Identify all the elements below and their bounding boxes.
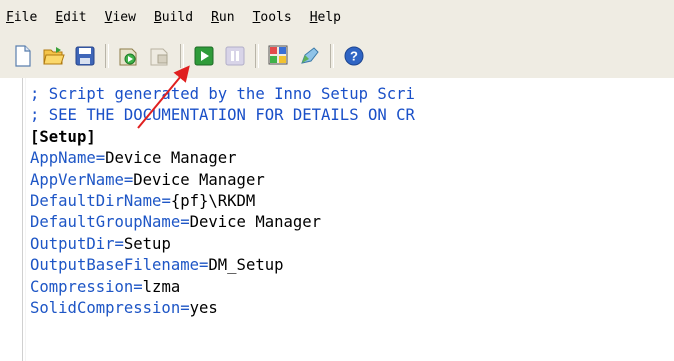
open-button[interactable] xyxy=(41,43,67,69)
new-button[interactable] xyxy=(10,43,36,69)
code-line: DefaultDirName={pf}\RKDM xyxy=(30,191,256,210)
setting-value: DM_Setup xyxy=(208,256,284,275)
setting-key: DefaultDirName xyxy=(30,191,162,210)
setting-key: AppName xyxy=(30,149,96,168)
code-area[interactable]: ; Script generated by the Inno Setup Scr… xyxy=(30,84,415,319)
menu-file-mnemonic: F xyxy=(6,9,14,25)
menu-run-label: un xyxy=(218,9,235,25)
menu-run[interactable]: Run xyxy=(211,10,234,25)
wizard-button[interactable] xyxy=(266,43,292,69)
run-icon xyxy=(194,46,214,66)
help-button[interactable]: ? xyxy=(341,43,367,69)
menu-run-mnemonic: R xyxy=(211,9,219,25)
setting-key: OutputDir xyxy=(30,234,115,253)
section-header: [Setup] xyxy=(30,127,96,146)
menu-edit-label: dit xyxy=(63,9,87,25)
menu-edit-mnemonic: E xyxy=(55,9,64,25)
toolbar-separator xyxy=(105,44,109,68)
pause-icon xyxy=(225,46,245,66)
stop-compile-button[interactable] xyxy=(147,43,173,69)
setting-value: yes xyxy=(189,298,218,317)
menu-file[interactable]: File xyxy=(6,10,37,25)
script-editor[interactable]: ; Script generated by the Inno Setup Scr… xyxy=(0,78,674,361)
menu-help[interactable]: Help xyxy=(310,10,341,25)
open-icon xyxy=(43,47,65,65)
compile-icon xyxy=(119,48,137,66)
stop-compile-icon xyxy=(150,48,168,66)
code-line: OutputDir=Setup xyxy=(30,234,171,253)
new-icon xyxy=(15,45,31,67)
menu-file-label: ile xyxy=(13,9,38,25)
save-icon xyxy=(75,46,95,66)
code-comment-line: ; SEE THE DOCUMENTATION FOR DETAILS ON C… xyxy=(30,106,415,125)
menu-tools[interactable]: Tools xyxy=(253,10,292,25)
setting-key: Compression xyxy=(30,277,134,296)
menu-edit[interactable]: Edit xyxy=(55,10,86,25)
setting-key: AppVerName xyxy=(30,170,124,189)
code-comment-line: ; Script generated by the Inno Setup Scr… xyxy=(30,85,415,103)
setting-key: SolidCompression xyxy=(30,298,181,317)
compile-button[interactable] xyxy=(116,43,142,69)
toolbar-separator xyxy=(330,44,334,68)
help-icon: ? xyxy=(344,46,364,66)
code-line: AppName=Device Manager xyxy=(30,149,237,168)
setting-value: {pf}\RKDM xyxy=(170,191,256,210)
code-line: DefaultGroupName=Device Manager xyxy=(30,213,322,232)
edit-script-button[interactable] xyxy=(297,43,323,69)
menu-bar: File Edit View Build Run Tools Help xyxy=(0,0,674,34)
code-line: Compression=lzma xyxy=(30,277,181,296)
setting-value: Device Manager xyxy=(133,170,265,189)
menu-view[interactable]: View xyxy=(105,10,136,25)
setting-key: OutputBaseFilename xyxy=(30,256,199,275)
menu-tools-label: ools xyxy=(260,9,292,25)
setting-key: DefaultGroupName xyxy=(30,213,181,232)
toolbar: ? xyxy=(0,34,674,79)
menu-view-label: iew xyxy=(112,9,136,25)
editor-gutter xyxy=(22,78,26,361)
menu-help-label: elp xyxy=(317,9,342,25)
code-line: AppVerName=Device Manager xyxy=(30,170,265,189)
setting-value: Setup xyxy=(123,234,171,253)
wizard-icon xyxy=(268,45,288,65)
save-button[interactable] xyxy=(72,43,98,69)
svg-text:?: ? xyxy=(350,49,358,64)
setting-value: Device Manager xyxy=(105,149,237,168)
code-line: OutputBaseFilename=DM_Setup xyxy=(30,256,284,275)
menu-build-label: uild xyxy=(161,9,194,25)
toolbar-separator xyxy=(255,44,259,68)
setting-value: lzma xyxy=(142,277,181,296)
setting-value: Device Manager xyxy=(189,213,322,232)
run-button[interactable] xyxy=(191,43,217,69)
menu-build-mnemonic: B xyxy=(153,9,162,25)
menu-help-mnemonic: H xyxy=(309,9,318,25)
edit-icon xyxy=(301,47,319,64)
code-line: SolidCompression=yes xyxy=(30,298,218,317)
toolbar-separator xyxy=(180,44,184,68)
pause-button[interactable] xyxy=(222,43,248,69)
menu-build[interactable]: Build xyxy=(154,10,193,25)
